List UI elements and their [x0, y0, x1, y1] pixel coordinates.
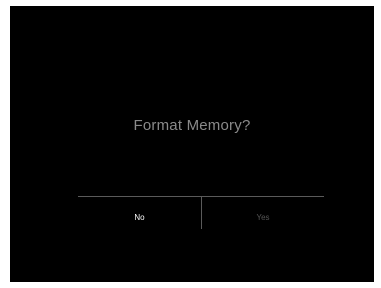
camera-screen: Format Memory? No Yes	[10, 6, 374, 282]
dialog-title: Format Memory?	[133, 117, 251, 134]
no-button[interactable]: No	[78, 197, 201, 229]
yes-button[interactable]: Yes	[202, 197, 324, 229]
